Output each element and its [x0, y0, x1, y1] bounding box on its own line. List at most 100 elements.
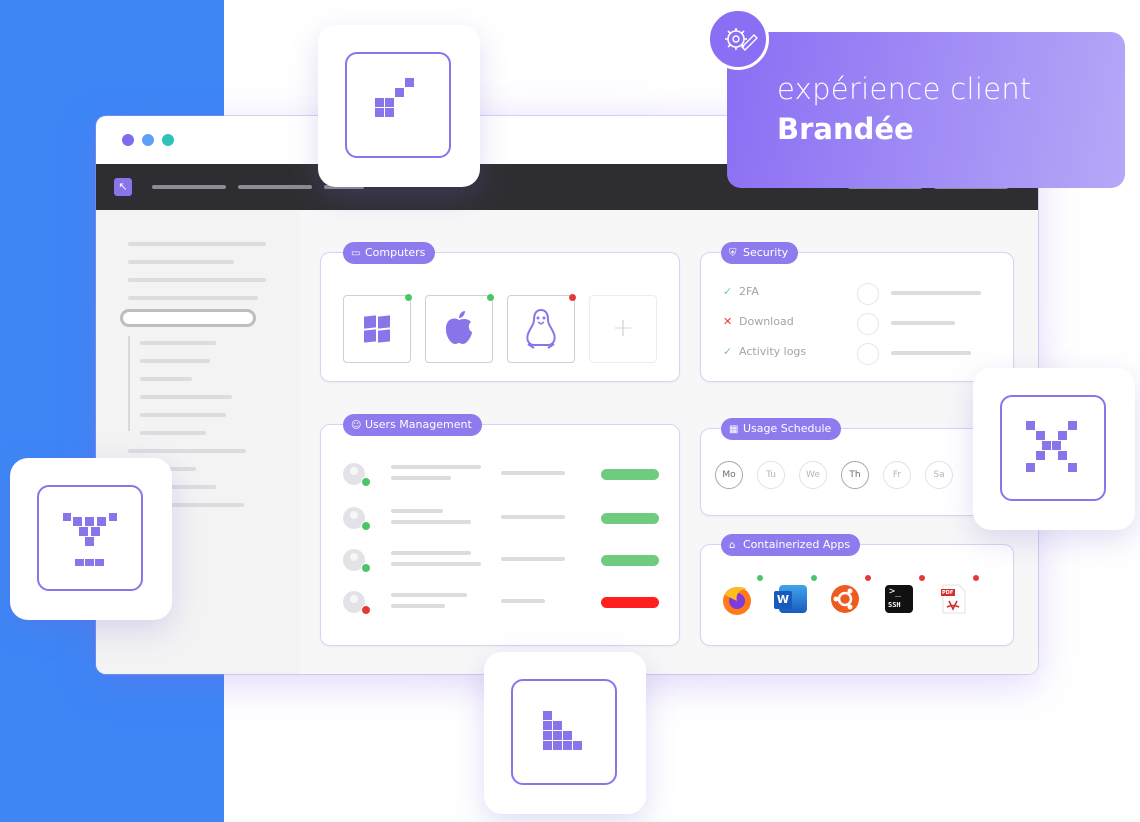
floating-card-left: [10, 458, 172, 620]
app-window: ↖ ▭ Computers + ⛨ Security ✓ 2FA ✕ Downl…: [96, 116, 1038, 674]
window-dot-1[interactable]: [122, 134, 134, 146]
user-meta-line: [391, 476, 451, 480]
users-icon: ☺: [351, 420, 362, 431]
day-toggle-fr[interactable]: Fr: [883, 461, 911, 489]
user-row[interactable]: [343, 461, 663, 487]
security-row-download[interactable]: ✕ Download: [723, 315, 794, 328]
check-icon: ✓: [723, 345, 733, 358]
toggle-ring[interactable]: [857, 343, 879, 365]
status-dot: [865, 575, 871, 581]
security-row-2fa[interactable]: ✓ 2FA: [723, 285, 759, 298]
dashboard-main: ▭ Computers + ⛨ Security ✓ 2FA ✕ Downloa…: [300, 210, 1038, 674]
user-status-bar[interactable]: [601, 555, 659, 566]
box-icon: ⌂: [729, 540, 736, 551]
day-toggle-sa[interactable]: Sa: [925, 461, 953, 489]
sidebar-subitem[interactable]: [140, 413, 226, 417]
sidebar-item[interactable]: [128, 242, 266, 246]
user-row[interactable]: [343, 505, 663, 531]
shield-icon: ⛨: [729, 248, 737, 259]
terminal-label: SSH: [888, 601, 901, 609]
computers-tag: ▭ Computers: [343, 242, 436, 264]
app-logo-icon[interactable]: ↖: [114, 178, 132, 196]
containerized-apps-title: Containerized Apps: [743, 538, 851, 551]
containerized-apps-panel: ⌂ Containerized Apps W >_ SSH PDF: [700, 534, 1014, 646]
sidebar-subitem[interactable]: [140, 431, 206, 435]
linux-penguin-icon: [526, 308, 556, 349]
app-firefox-button[interactable]: [717, 575, 763, 619]
day-toggle-mo[interactable]: Mo: [715, 461, 743, 489]
app-word-button[interactable]: W: [771, 575, 817, 619]
toggle-ring[interactable]: [857, 313, 879, 335]
computers-panel: ▭ Computers +: [320, 242, 680, 382]
pdf-icon: [941, 584, 966, 614]
nav-item-2[interactable]: [238, 185, 312, 189]
usage-schedule-tag: ▦ Usage Schedule: [721, 418, 842, 440]
security-label: Download: [739, 315, 794, 328]
add-computer-button[interactable]: +: [589, 295, 657, 363]
status-dot: [919, 575, 925, 581]
sidebar-item[interactable]: [128, 449, 246, 453]
placeholder-line: [891, 321, 955, 325]
day-toggle-we[interactable]: We: [799, 461, 827, 489]
user-status-bar[interactable]: [601, 597, 659, 608]
placeholder-line: [891, 351, 971, 355]
users-title: Users Management: [365, 418, 472, 431]
os-windows-button[interactable]: [343, 294, 412, 363]
day-toggle-th[interactable]: Th: [841, 461, 869, 489]
sidebar-subitem[interactable]: [140, 395, 232, 399]
placeholder-line: [891, 291, 981, 295]
toggle-ring[interactable]: [857, 283, 879, 305]
os-linux-button[interactable]: [507, 294, 576, 363]
user-role-line: [501, 471, 565, 475]
window-dot-2[interactable]: [142, 134, 154, 146]
banner-line-2: Brandée: [777, 112, 914, 146]
ubuntu-icon: [831, 585, 859, 613]
containerized-apps-tag: ⌂ Containerized Apps: [721, 534, 861, 556]
user-name-line: [391, 465, 481, 469]
user-name-line: [391, 593, 467, 597]
app-ubuntu-button[interactable]: [825, 575, 871, 619]
security-label: 2FA: [739, 285, 759, 298]
app-ssh-button[interactable]: >_ SSH: [879, 575, 925, 619]
user-row[interactable]: [343, 547, 663, 573]
windows-icon: [364, 315, 390, 343]
security-row-activity-logs[interactable]: ✓ Activity logs: [723, 345, 806, 358]
security-tag: ⛨ Security: [721, 242, 799, 264]
nav-item-1[interactable]: [152, 185, 226, 189]
users-panel: ☺ Users Management: [320, 414, 680, 646]
gear-pencil-icon: [707, 8, 769, 70]
day-toggle-tu[interactable]: Tu: [757, 461, 785, 489]
sidebar-subitem[interactable]: [140, 359, 210, 363]
user-meta-line: [391, 604, 445, 608]
user-status-bar[interactable]: [601, 469, 659, 480]
status-dot: [757, 575, 763, 581]
pixel-y-icon: [37, 485, 143, 591]
user-role-line: [501, 599, 545, 603]
status-dot: [361, 521, 371, 531]
sidebar-subitem[interactable]: [140, 377, 192, 381]
pixel-l-icon: [511, 679, 617, 785]
status-dot: [405, 294, 412, 301]
user-row[interactable]: [343, 589, 663, 615]
word-icon-letter: W: [774, 591, 792, 609]
sidebar-item-selected[interactable]: [120, 309, 256, 327]
user-role-line: [501, 557, 565, 561]
window-dots: [122, 134, 174, 146]
sidebar-subitem[interactable]: [140, 341, 216, 345]
user-role-line: [501, 515, 565, 519]
security-label: Activity logs: [739, 345, 807, 358]
app-pdf-button[interactable]: PDF: [933, 575, 979, 619]
user-name-line: [391, 509, 443, 513]
os-apple-button[interactable]: [425, 294, 494, 363]
window-dot-3[interactable]: [162, 134, 174, 146]
brand-banner: expérience client Brandée: [727, 32, 1125, 188]
user-name-line: [391, 551, 471, 555]
sidebar-item[interactable]: [128, 260, 234, 264]
sidebar-item[interactable]: [128, 296, 258, 300]
cross-icon: ✕: [723, 315, 733, 328]
check-icon: ✓: [723, 285, 733, 298]
usage-schedule-panel: ▦ Usage Schedule Mo Tu We Th Fr Sa: [700, 418, 1014, 516]
user-status-bar[interactable]: [601, 513, 659, 524]
sidebar-item[interactable]: [128, 278, 266, 282]
user-meta-line: [391, 520, 471, 524]
